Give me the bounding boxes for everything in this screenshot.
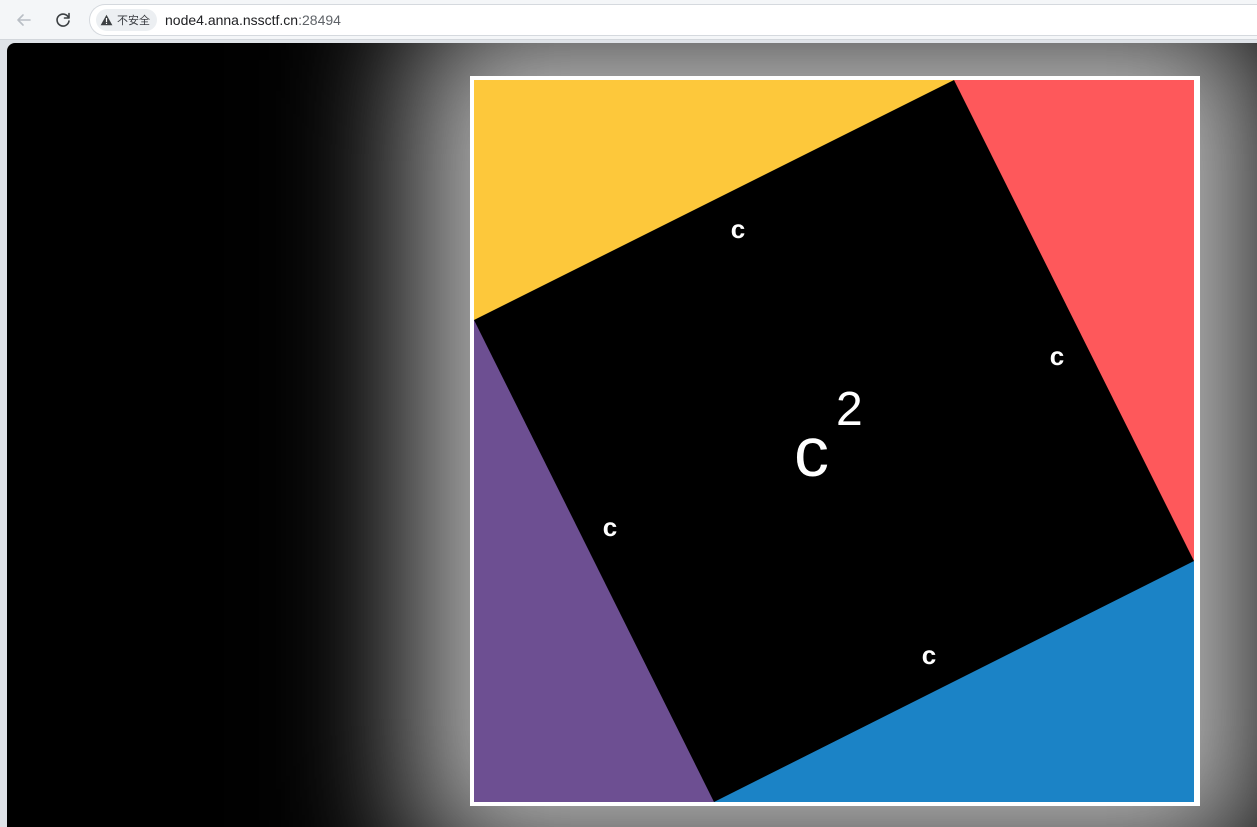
pythagoras-figure-frame: c c c c c 2: [470, 76, 1200, 806]
side-label-right: c: [1050, 341, 1064, 371]
browser-toolbar: 不安全 node4.anna.nssctf.cn:28494: [0, 0, 1257, 40]
side-label-top: c: [731, 214, 745, 244]
side-label-left: c: [603, 512, 617, 542]
page-viewport: c c c c c 2: [7, 43, 1257, 827]
reload-button[interactable]: [51, 8, 75, 32]
reload-icon: [56, 12, 70, 27]
c-squared-base: c: [794, 413, 829, 491]
url-text[interactable]: node4.anna.nssctf.cn:28494: [165, 12, 341, 28]
c-squared-exponent: 2: [836, 383, 863, 436]
url-host: node4.anna.nssctf.cn: [165, 12, 299, 28]
pythagoras-figure: c c c c c 2: [474, 80, 1194, 802]
url-port: :28494: [298, 12, 341, 28]
arrow-left-icon: [17, 14, 31, 26]
security-label: 不安全: [117, 14, 150, 27]
address-bar[interactable]: 不安全 node4.anna.nssctf.cn:28494: [89, 4, 1257, 36]
side-label-bottom: c: [922, 640, 936, 670]
warning-triangle-icon: [100, 14, 113, 26]
security-indicator[interactable]: 不安全: [96, 9, 157, 31]
back-button[interactable]: [12, 8, 36, 32]
